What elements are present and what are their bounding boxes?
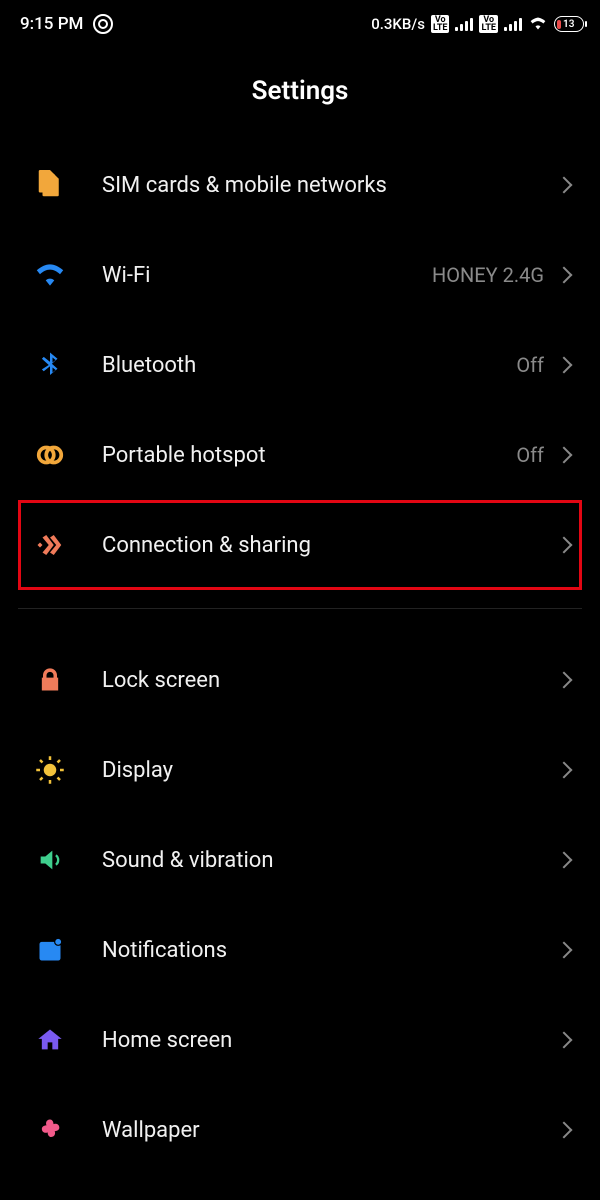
flower-icon <box>32 1112 68 1148</box>
wifi-icon <box>32 257 68 293</box>
speaker-icon <box>32 842 68 878</box>
home-screen-item[interactable]: Home screen <box>18 995 582 1085</box>
wallpaper-item[interactable]: Wallpaper <box>18 1085 582 1175</box>
chevron-right-icon <box>556 1122 573 1139</box>
chevron-right-icon <box>556 762 573 779</box>
connection-sharing-item[interactable]: Connection & sharing <box>18 500 582 590</box>
item-label: Sound & vibration <box>102 848 558 873</box>
item-label: SIM cards & mobile networks <box>102 173 558 198</box>
notifications-icon <box>32 932 68 968</box>
hotspot-item[interactable]: Portable hotspot Off <box>18 410 582 500</box>
divider <box>18 608 582 609</box>
item-status: HONEY 2.4G <box>432 263 544 287</box>
sim-cards-item[interactable]: SIM cards & mobile networks <box>18 140 582 230</box>
signal-icon-2 <box>504 17 522 31</box>
item-label: Display <box>102 758 558 783</box>
page-title: Settings <box>0 48 600 140</box>
chevron-right-icon <box>556 1032 573 1049</box>
lock-screen-item[interactable]: Lock screen <box>18 635 582 725</box>
chevron-right-icon <box>556 267 573 284</box>
item-label: Lock screen <box>102 668 558 693</box>
clock: 9:15 PM <box>20 14 83 34</box>
sun-icon <box>32 752 68 788</box>
sim-icon <box>32 167 68 203</box>
chevron-right-icon <box>556 447 573 464</box>
music-disc-icon <box>93 14 113 34</box>
battery-icon: 13 <box>554 16 584 32</box>
chevron-right-icon <box>556 942 573 959</box>
volte-icon-1: VoLTE <box>431 15 450 33</box>
chevron-right-icon <box>556 672 573 689</box>
item-label: Connection & sharing <box>102 533 558 558</box>
signal-icon-1 <box>455 17 473 31</box>
chevron-right-icon <box>556 177 573 194</box>
item-label: Notifications <box>102 938 558 963</box>
sound-item[interactable]: Sound & vibration <box>18 815 582 905</box>
bluetooth-item[interactable]: Bluetooth Off <box>18 320 582 410</box>
hotspot-icon <box>32 437 68 473</box>
item-status: Off <box>516 443 544 467</box>
item-label: Portable hotspot <box>102 443 516 468</box>
chevron-right-icon <box>556 357 573 374</box>
connection-icon <box>32 527 68 563</box>
display-item[interactable]: Display <box>18 725 582 815</box>
item-label: Bluetooth <box>102 353 516 378</box>
wifi-item[interactable]: Wi-Fi HONEY 2.4G <box>18 230 582 320</box>
item-label: Home screen <box>102 1028 558 1053</box>
chevron-right-icon <box>556 852 573 869</box>
notifications-item[interactable]: Notifications <box>18 905 582 995</box>
home-icon <box>32 1022 68 1058</box>
net-speed: 0.3KB/s <box>371 15 425 33</box>
bluetooth-icon <box>32 347 68 383</box>
item-label: Wallpaper <box>102 1118 558 1143</box>
status-bar: 9:15 PM 0.3KB/s VoLTE VoLTE 13 <box>0 0 600 48</box>
volte-icon-2: VoLTE <box>479 15 498 33</box>
lock-icon <box>32 662 68 698</box>
item-label: Wi-Fi <box>102 263 432 288</box>
settings-list: SIM cards & mobile networks Wi-Fi HONEY … <box>0 140 600 1175</box>
wifi-status-icon <box>528 14 548 35</box>
chevron-right-icon <box>556 537 573 554</box>
item-status: Off <box>516 353 544 377</box>
